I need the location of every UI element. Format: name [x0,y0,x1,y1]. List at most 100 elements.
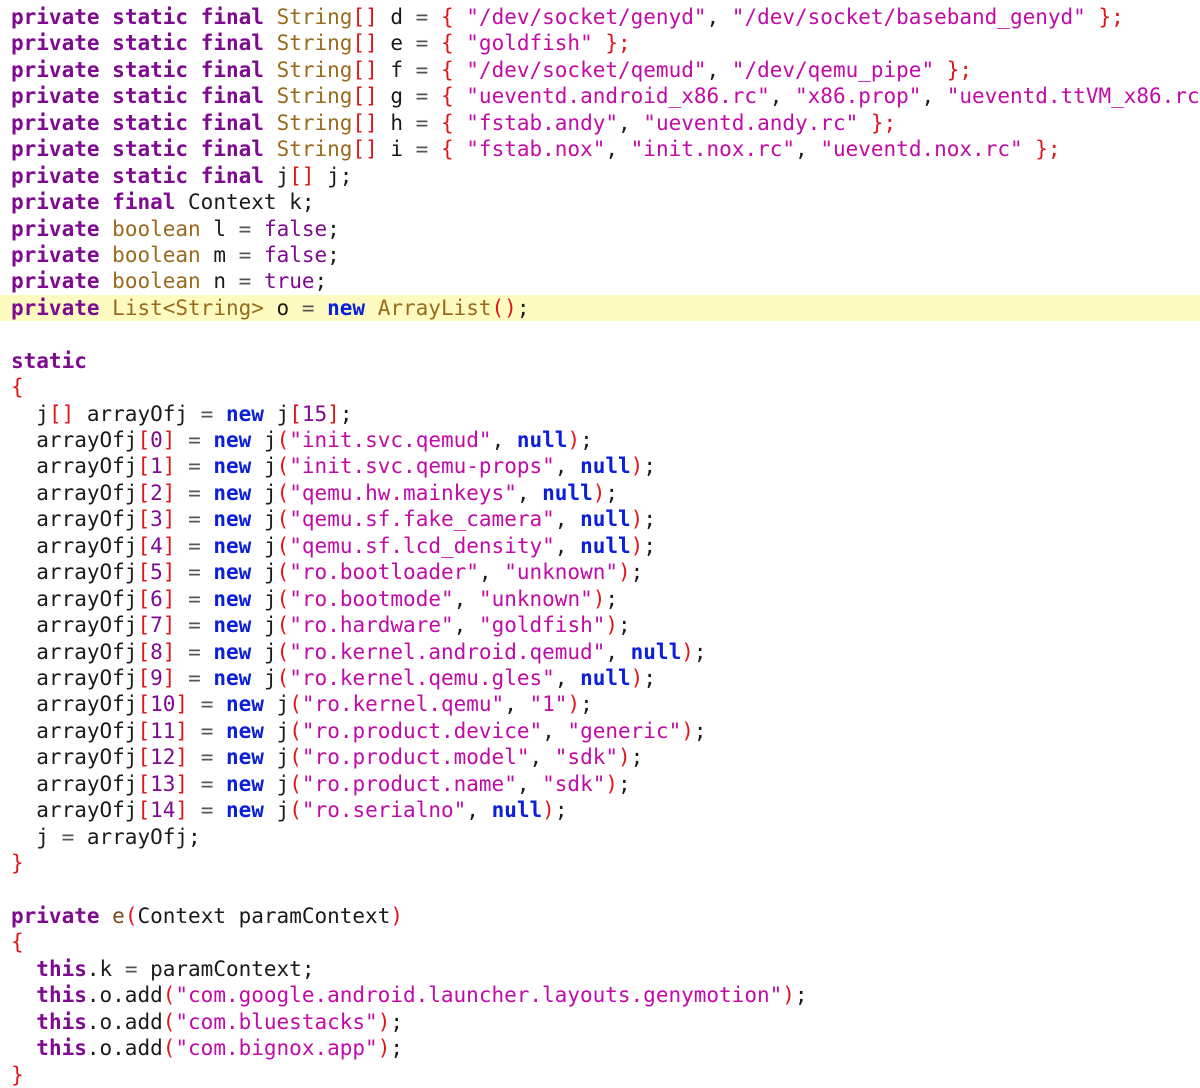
code-token: , [453,586,479,611]
code-line[interactable]: private static final String[] e = { "gol… [0,30,1200,56]
code-line[interactable]: } [0,1062,1200,1088]
code-token: ; [314,269,328,294]
code-token: arrayOfj [11,454,138,479]
code-token: = [188,428,201,452]
code-token: = [415,5,429,29]
code-token: arrayOfj [11,560,138,585]
code-line[interactable]: arrayOfj[3] = new j("qemu.sf.fake_camera… [0,506,1200,532]
code-line[interactable]: arrayOfj[7] = new j("ro.hardware", "gold… [0,612,1200,638]
code-token: [ [137,560,151,585]
code-line[interactable]: arrayOfj[13] = new j("ro.product.name", … [0,771,1200,797]
code-token: 10 [150,692,176,717]
code-token: false [263,242,328,267]
code-token: new [226,692,264,717]
code-line[interactable]: { [0,929,1200,955]
code-line[interactable]: private static final j[] j; [0,163,1200,189]
code-token: "ueventd.ttVM_x86.rc" [946,84,1200,109]
code-token: private [11,31,100,56]
code-line[interactable]: arrayOfj[2] = new j("qemu.hw.mainkeys", … [0,480,1200,506]
code-line[interactable]: arrayOfj[1] = new j("init.svc.qemu-props… [0,453,1200,479]
code-token: "ro.kernel.qemu" [301,692,505,717]
code-line[interactable]: this.o.add("com.bluestacks"); [0,1009,1200,1035]
code-token: true [263,269,315,294]
code-line[interactable]: private boolean m = false; [0,242,1200,268]
code-line[interactable]: private static final String[] d = { "/de… [0,4,1200,30]
code-line[interactable]: arrayOfj[12] = new j("ro.product.model",… [0,744,1200,770]
code-token: }; [1098,5,1124,29]
code-token: 15 [301,401,328,426]
code-token: "ro.product.name" [301,771,517,796]
code-token: new [213,613,252,638]
code-line[interactable]: arrayOfj[11] = new j("ro.product.device"… [0,718,1200,744]
code-line[interactable]: arrayOfj[0] = new j("init.svc.qemud", nu… [0,427,1200,453]
code-token: ) [782,983,795,1008]
code-token: "com.bignox.app" [175,1036,378,1061]
code-line[interactable]: private static final String[] i = { "fst… [0,136,1200,162]
code-token: "ro.hardware" [289,613,454,638]
code-line[interactable]: arrayOfj[6] = new j("ro.bootmode", "unkn… [0,586,1200,612]
code-line[interactable]: this.k = paramContext; [0,956,1200,982]
code-token: "sdk" [554,745,618,770]
code-line[interactable]: this.o.add("com.bignox.app"); [0,1035,1200,1061]
code-token: ) [542,798,555,823]
code-editor[interactable]: private static final String[] d = { "/de… [0,4,1200,1088]
code-line[interactable]: arrayOfj[4] = new j("qemu.sf.lcd_density… [0,533,1200,559]
code-line[interactable]: arrayOfj[5] = new j("ro.bootloader", "un… [0,559,1200,585]
code-token: "ro.product.device" [301,718,543,743]
code-token: ( [289,718,302,743]
code-token: ( [276,665,290,690]
code-token: ] [175,745,189,770]
code-line[interactable]: j[] arrayOfj = new j[15]; [0,401,1200,427]
code-token: ) [630,507,644,532]
code-line[interactable]: } [0,850,1200,876]
code-token: boolean [112,216,201,241]
code-token: [] [48,401,75,426]
code-line[interactable]: private e(Context paramContext) [0,903,1200,929]
code-token: j [11,824,62,849]
code-line[interactable]: j = arrayOfj; [0,824,1200,850]
code-line[interactable]: { [0,374,1200,400]
code-line[interactable]: arrayOfj[8] = new j("ro.kernel.android.q… [0,639,1200,665]
code-line[interactable] [0,321,1200,347]
code-line[interactable]: private static final String[] f = { "/de… [0,57,1200,83]
code-token: = [188,507,201,532]
code-line[interactable]: static [0,348,1200,374]
code-token: , [516,771,543,796]
code-token: j [251,428,277,452]
code-token: j [251,639,277,664]
code-line[interactable]: arrayOfj[10] = new j("ro.kernel.qemu", "… [0,691,1200,717]
code-token: arrayOfj [11,613,138,638]
code-token: "sdk" [542,771,606,796]
code-token: { [440,137,454,162]
code-token: String [276,84,353,109]
code-token: , [554,507,581,532]
code-line[interactable]: this.o.add("com.google.android.launcher.… [0,982,1200,1008]
code-line[interactable]: private boolean l = false; [0,216,1200,242]
code-line[interactable] [0,876,1200,902]
code-line-highlighted[interactable]: private List<String> o = new ArrayList()… [0,294,1200,322]
code-token: ] [175,718,189,743]
code-line[interactable]: private static final String[] g = { "uev… [0,83,1200,109]
code-token: { [440,57,454,82]
code-token: "ro.bootmode" [289,586,454,611]
code-line[interactable]: arrayOfj[14] = new j("ro.serialno", null… [0,797,1200,823]
code-token: private [11,137,100,162]
code-token: ; [693,718,707,743]
code-token: this [36,1036,87,1061]
code-line[interactable]: private boolean n = true; [0,268,1200,294]
code-line[interactable]: private static final String[] h = { "fst… [0,110,1200,136]
code-token: ; [794,983,808,1008]
code-token: arrayOfj [11,586,138,611]
code-line[interactable]: arrayOfj[9] = new j("ro.kernel.qemu.gles… [0,665,1200,691]
code-token: "goldfish" [466,31,593,56]
code-line[interactable]: private final Context k; [0,189,1200,215]
